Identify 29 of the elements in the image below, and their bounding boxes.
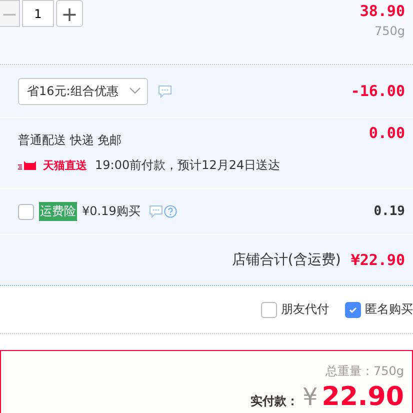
checkmark-icon [348,304,358,314]
pay-label: 实付款： [250,393,298,410]
chevron-icon [129,87,141,95]
total-weight: 总重量：750g [325,363,404,380]
insurance-price: ¥0.19购买 [82,203,140,220]
shop-total-amount: ¥22.90 [350,251,405,269]
quantity-field[interactable]: 1 [22,0,54,27]
discount-amount: -16.00 [350,82,405,100]
option-label: 朋友代付 [281,301,329,318]
delivery-method: 普通配送 快递 免邮 [18,132,123,149]
discount-select[interactable]: 省16元:组合优惠 [18,78,148,104]
insurance-badge: 运费险 [39,202,77,221]
shop-total-label: 店铺合计(含运费) [232,251,341,269]
chat-icon[interactable] [149,205,164,218]
option-label: 匿名购买 [365,301,413,318]
pay-amount: 22.90 [322,382,404,412]
item-weight: 750g [374,24,405,38]
insurance-checkbox[interactable] [18,204,34,220]
currency-sign: ¥ [302,383,318,411]
delivery-amount: 0.00 [368,124,405,142]
plus-button[interactable]: + [56,0,83,27]
delivery-service-label: 天猫直送 [43,158,87,173]
delivery-note: 19:00前付款，预计12月24日送达 [95,157,280,174]
help-icon[interactable] [164,205,178,218]
insurance-amount: 0.19 [374,204,405,219]
item-price: 38.90 [360,2,405,20]
chat-icon[interactable] [158,84,172,98]
option-checkbox[interactable] [261,302,277,318]
option-checkbox[interactable] [345,302,361,318]
